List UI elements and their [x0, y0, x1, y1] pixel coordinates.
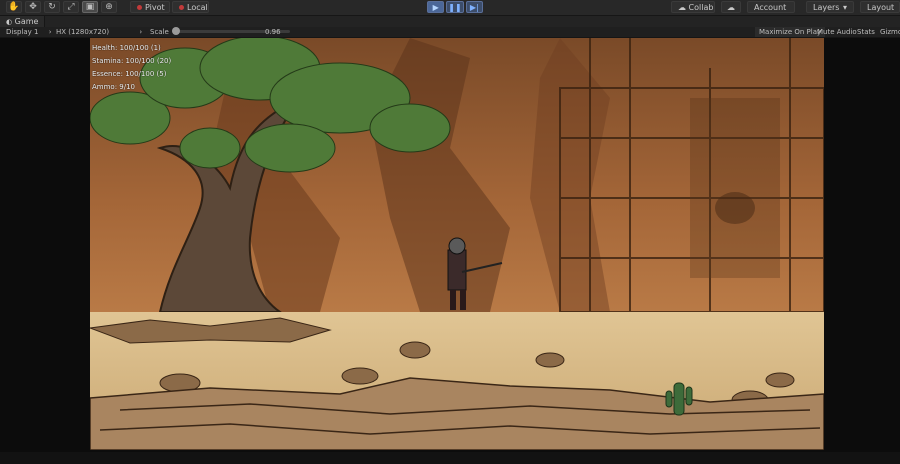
account-dropdown[interactable]: Account▾ — [747, 1, 795, 23]
stats-toggle[interactable]: Stats — [857, 27, 875, 37]
pause-button[interactable]: ❚❚ — [446, 1, 464, 13]
game-tab-bar: ◐ Game — [0, 16, 900, 27]
stamina-stat: Stamina: 100/100 (20) — [92, 57, 172, 65]
pivot-toggle[interactable]: Pivot — [130, 1, 170, 13]
play-icon: ▶ — [432, 2, 439, 12]
cloud-button[interactable]: ☁ — [721, 1, 741, 13]
bottom-strip — [0, 452, 900, 464]
rect-tool-icon[interactable]: ▣ — [82, 1, 98, 13]
collab-button[interactable]: ☁ Collab — [671, 1, 715, 13]
dropdown-arrow-icon: ▾ — [842, 3, 847, 12]
essence-stat: Essence: 100/100 (5) — [92, 70, 167, 78]
game-view-area: Health: 100/100 (1) Stamina: 100/100 (20… — [0, 38, 900, 464]
local-toggle[interactable]: Local — [172, 1, 209, 13]
play-controls: ▶ ❚❚ ▶| — [427, 1, 483, 13]
local-label: Local — [187, 3, 208, 12]
pivot-label: Pivot — [145, 3, 165, 12]
pause-icon: ❚❚ — [448, 2, 462, 12]
play-button[interactable]: ▶ — [427, 1, 445, 13]
display-dropdown[interactable]: Display 1 › — [6, 27, 52, 37]
mute-audio-toggle[interactable]: Mute Audio — [817, 27, 857, 37]
cloud-icon: ☁ — [727, 3, 735, 12]
dropdown-arrow-icon: › — [48, 28, 52, 36]
scale-slider-knob[interactable] — [172, 27, 181, 35]
account-label: Account — [754, 3, 787, 12]
layout-label: Layout — [867, 3, 895, 12]
collab-label: Collab — [688, 3, 714, 12]
gizmos-dropdown[interactable]: Gizmos — [880, 27, 900, 37]
step-button[interactable]: ▶| — [465, 1, 483, 13]
tab-game-label: Game — [14, 17, 39, 26]
tab-game[interactable]: ◐ Game — [0, 16, 46, 27]
player-stats-hud: Health: 100/100 (1) Stamina: 100/100 (20… — [92, 42, 171, 94]
editor-toolbar: ✋ ✥ ↻ ⤢ ▣ ⊕ Pivot Local ▶ ❚❚ ▶| ☁ Collab… — [0, 0, 900, 23]
hand-tool-icon[interactable]: ✋ — [6, 1, 22, 13]
game-view[interactable] — [90, 38, 824, 450]
game-scene — [90, 38, 824, 450]
layers-label: Layers — [813, 3, 840, 12]
dropdown-arrow-icon: › — [139, 28, 143, 36]
layout-dropdown[interactable]: Layout▾ — [860, 1, 900, 23]
layers-dropdown[interactable]: Layers ▾ — [806, 1, 854, 13]
game-icon: ◐ — [6, 18, 13, 26]
cloud-check-icon: ☁ — [678, 3, 686, 12]
ammo-stat: Ammo: 9/10 — [92, 83, 136, 91]
scale-label: Scale — [150, 28, 169, 36]
resolution-dropdown[interactable]: HX (1280x720) › — [56, 27, 142, 37]
scale-value: 0.96 — [265, 28, 281, 36]
rotate-tool-icon[interactable]: ↻ — [44, 1, 60, 13]
health-stat: Health: 100/100 (1) — [92, 44, 161, 52]
maximize-on-play-toggle[interactable]: Maximize On Play — [755, 27, 826, 37]
pivot-icon — [137, 5, 142, 10]
step-icon: ▶| — [469, 2, 479, 12]
transform-tool-icon[interactable]: ⊕ — [101, 1, 117, 13]
move-tool-icon[interactable]: ✥ — [25, 1, 41, 13]
display-label: Display 1 — [6, 28, 39, 36]
local-icon — [179, 5, 184, 10]
game-view-toolbar: Display 1 › HX (1280x720) › Scale 0.96 M… — [0, 27, 900, 38]
scale-tool-icon[interactable]: ⤢ — [63, 1, 79, 13]
resolution-label: HX (1280x720) — [56, 28, 110, 36]
